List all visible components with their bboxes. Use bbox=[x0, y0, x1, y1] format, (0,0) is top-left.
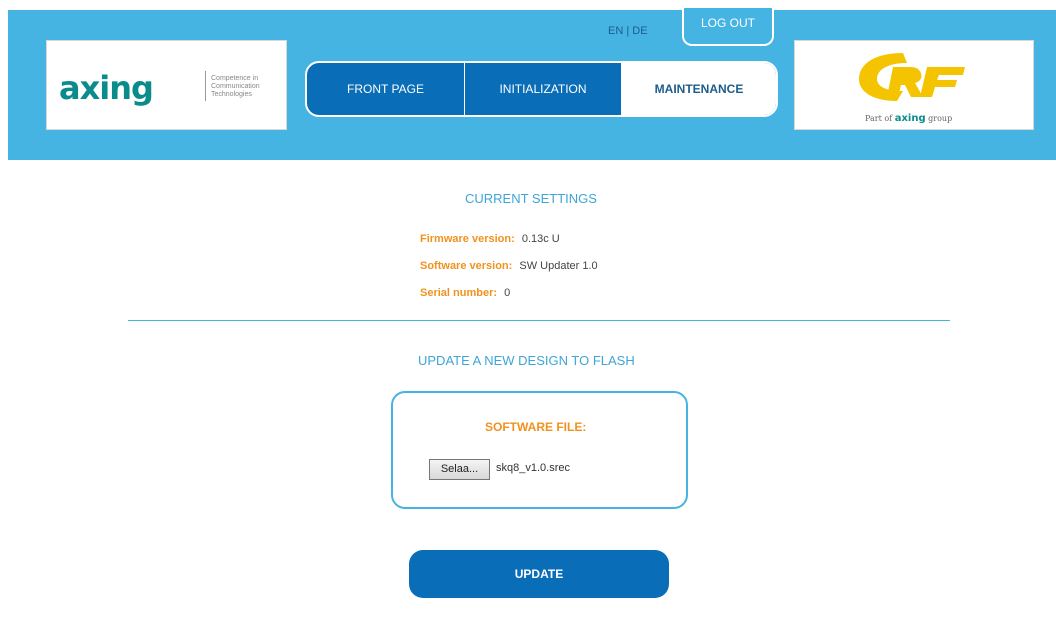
rf-logo[interactable]: Part of axing group bbox=[794, 40, 1034, 130]
current-settings-title: CURRENT SETTINGS bbox=[465, 191, 597, 206]
serial-row: Serial number: 0 bbox=[420, 287, 510, 299]
logo-separator bbox=[205, 71, 206, 101]
main-nav: FRONT PAGE INITIALIZATION MAINTENANCE bbox=[305, 61, 778, 117]
software-value: SW Updater 1.0 bbox=[519, 260, 598, 272]
update-section-title: UPDATE A NEW DESIGN TO FLASH bbox=[418, 353, 635, 368]
axing-wordmark: axing bbox=[59, 69, 154, 107]
tab-maintenance[interactable]: MAINTENANCE bbox=[622, 63, 776, 115]
rf-logo-icon bbox=[859, 53, 965, 101]
axing-logo[interactable]: axing Competence in Communication Techno… bbox=[46, 40, 287, 130]
browse-button[interactable]: Selaa... bbox=[429, 459, 490, 480]
firmware-label: Firmware version: bbox=[420, 233, 515, 245]
software-row: Software version: SW Updater 1.0 bbox=[420, 260, 598, 272]
software-label: Software version: bbox=[420, 260, 513, 272]
serial-value: 0 bbox=[504, 287, 511, 299]
firmware-value: 0.13c U bbox=[521, 233, 560, 245]
tab-initialization[interactable]: INITIALIZATION bbox=[465, 63, 622, 115]
logout-button[interactable]: LOG OUT bbox=[682, 8, 774, 46]
selected-file-name: skq8_v1.0.srec bbox=[496, 462, 570, 474]
axing-tagline: Competence in Communication Technologies bbox=[211, 75, 260, 98]
update-button[interactable]: UPDATE bbox=[409, 550, 669, 598]
serial-label: Serial number: bbox=[420, 287, 498, 299]
firmware-row: Firmware version: 0.13c U bbox=[420, 233, 560, 245]
rf-subline: Part of axing group bbox=[865, 113, 953, 124]
software-file-panel: SOFTWARE FILE: Selaa... skq8_v1.0.srec bbox=[391, 391, 688, 509]
section-divider bbox=[128, 320, 950, 321]
software-file-label: SOFTWARE FILE: bbox=[485, 420, 587, 434]
tab-front-page[interactable]: FRONT PAGE bbox=[307, 63, 465, 115]
language-toggle[interactable]: EN | DE bbox=[608, 25, 648, 37]
header-bar: axing Competence in Communication Techno… bbox=[8, 8, 1056, 160]
